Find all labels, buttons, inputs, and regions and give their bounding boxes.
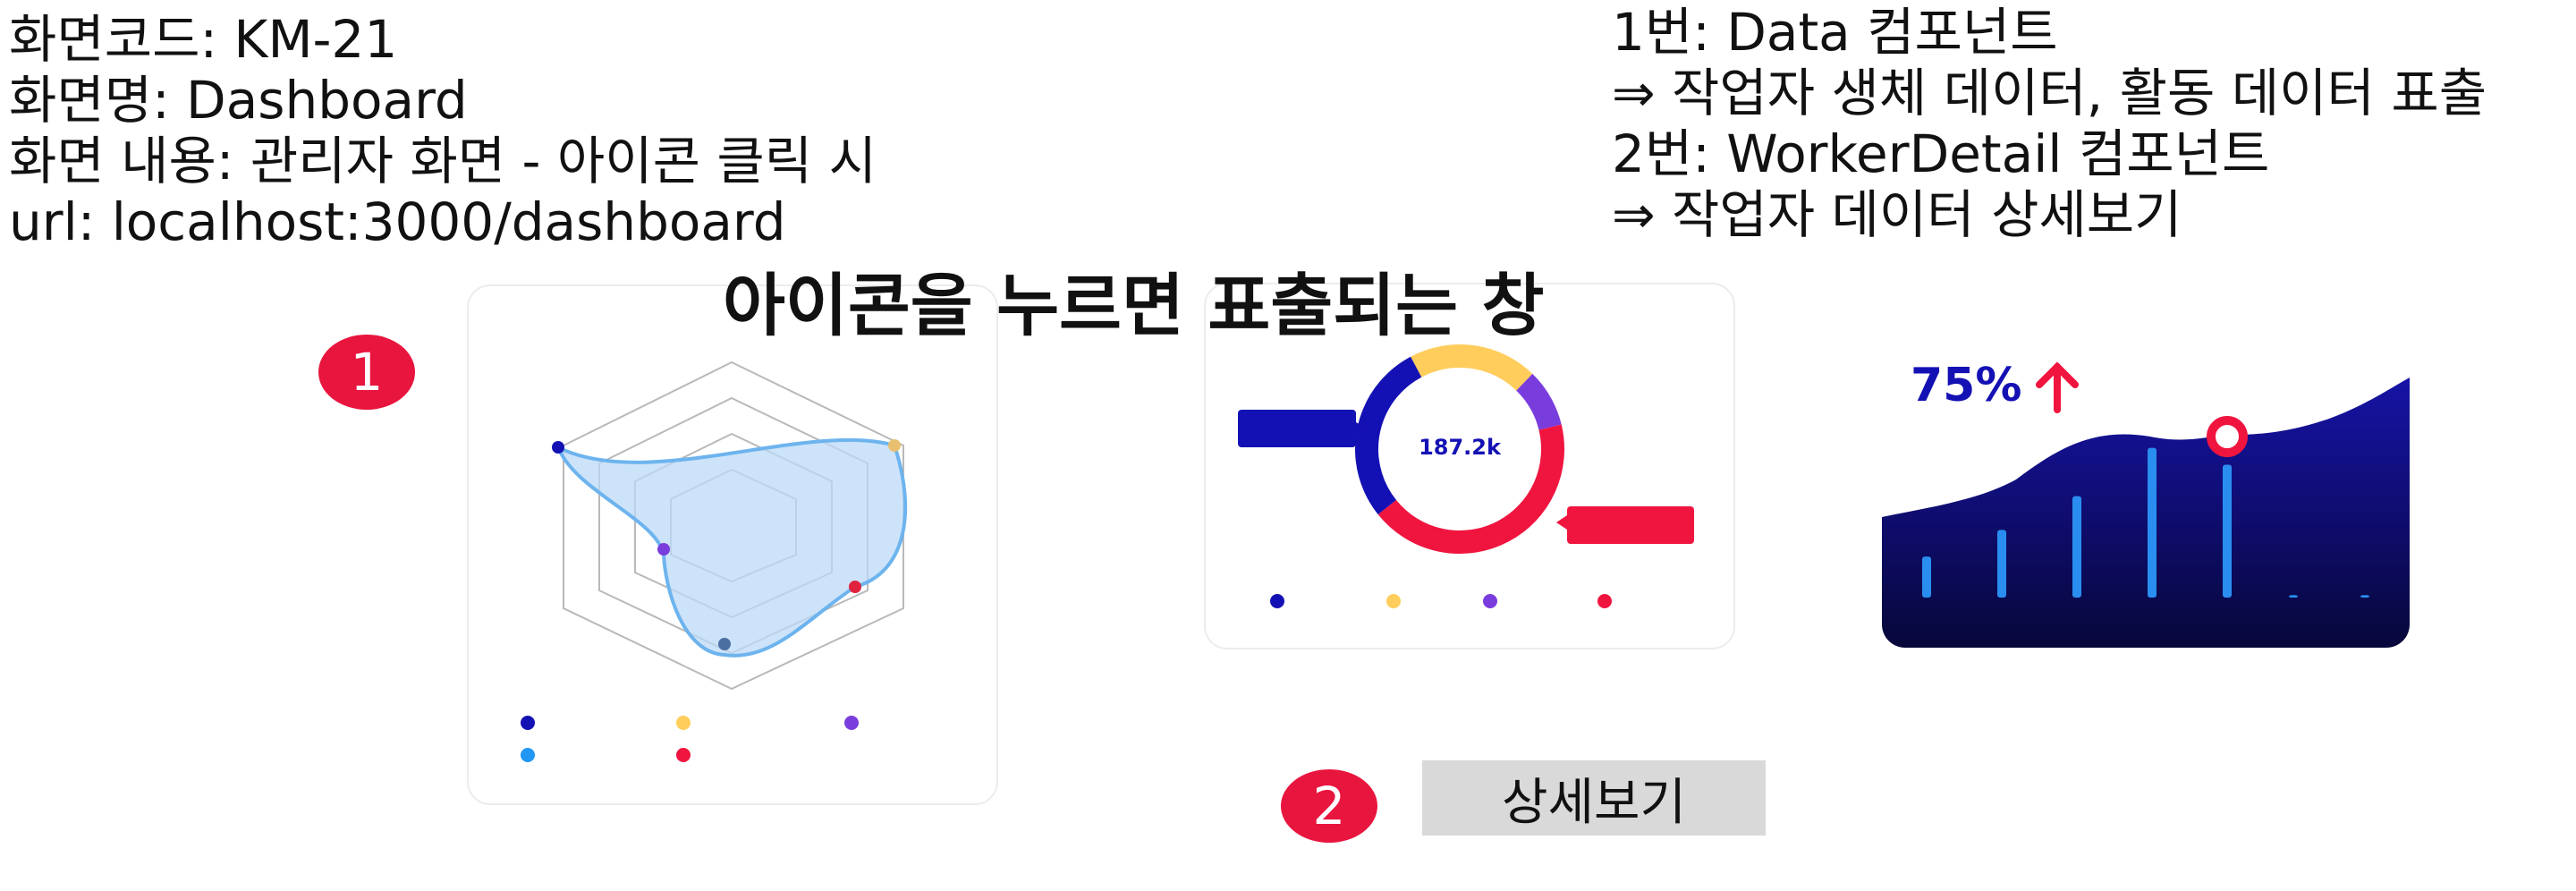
legend-dot [1483,594,1497,608]
area-fill [1882,378,2410,648]
area-bar [2072,496,2081,598]
area-chart: 75% [1882,359,2410,648]
radar-point [657,543,670,556]
radar-chart [521,361,908,762]
legend-dot [521,748,535,762]
component-2-title: 2번: WorkerDetail 컴포넌트 [1612,123,2270,184]
radar-card[interactable] [467,284,998,805]
legend-dot [1270,594,1284,608]
detail-view-button[interactable]: 상세보기 [1422,760,1766,836]
screen-url: url: localhost:3000/dashboard [9,191,786,252]
area-bar [2148,447,2157,598]
component-2-desc: ⇒ 작업자 데이터 상세보기 [1612,184,2182,245]
area-card[interactable]: 75% [1882,284,2410,648]
area-bar [2223,464,2232,598]
area-bar [2360,595,2369,598]
radar-point [552,441,564,454]
spec-right: 1번: Data 컴포넌트 ⇒ 작업자 생체 데이터, 활동 데이터 표출 2번… [1612,2,2487,245]
screen-code: 화면코드: KM-21 [9,9,398,70]
radar-point [849,581,861,593]
legend-dot [844,716,859,730]
highlight-marker [2207,416,2248,457]
spec-left: 화면코드: KM-21 화면명: Dashboard 화면 내용: 관리자 화면… [9,9,877,252]
right-callout [1556,506,1694,544]
radar-point [718,638,731,650]
radar-point [888,439,901,452]
left-callout [1238,410,1367,447]
component-1-desc: ⇒ 작업자 생체 데이터, 활동 데이터 표출 [1612,63,2487,123]
area-bar [1922,556,1931,598]
legend-dot [1597,594,1612,608]
radar-area [555,437,908,658]
legend-dot [676,716,691,730]
annotation-badge-2: 2 [1281,769,1377,843]
area-bar [2289,595,2298,598]
legend-dot [1386,594,1401,608]
screen-description: 화면 내용: 관리자 화면 - 아이콘 클릭 시 [9,131,877,191]
annotation-badge-1: 1 [318,335,415,410]
donut-center-label: 187.2k [1419,435,1502,460]
up-arrow-icon [2036,361,2079,413]
screen-name: 화면명: Dashboard [9,70,468,131]
legend-dot [521,716,535,730]
area-bar [1997,530,2006,598]
legend-dot [676,748,691,762]
popup-title: 아이콘을 누르면 표출되는 창 [723,266,1545,345]
component-1-title: 1번: Data 컴포넌트 [1612,2,2058,63]
area-value-text: 75% [1911,359,2021,412]
